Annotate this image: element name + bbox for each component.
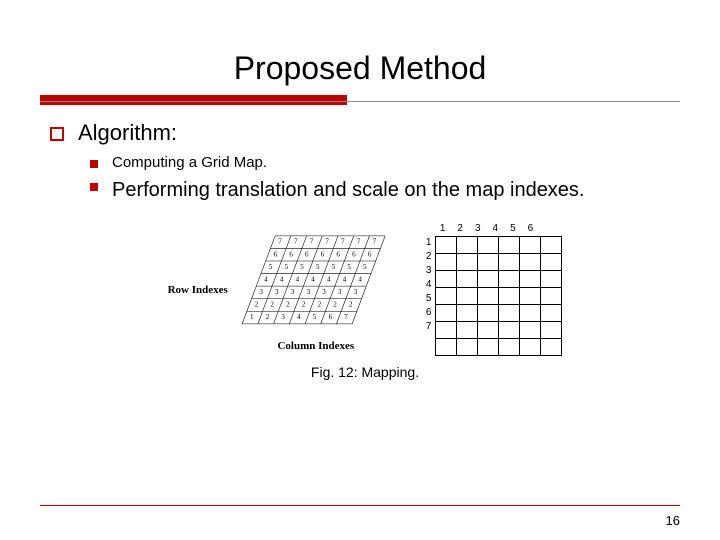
svg-text:4: 4 [358,275,362,283]
lvl2a-text: Computing a Grid Map. [112,154,267,171]
row-h: 5 [426,292,432,306]
svg-text:2: 2 [270,300,274,308]
bullet-lvl2-b: Performing translation and scale on the … [90,177,680,203]
svg-text:7: 7 [344,313,348,321]
bullet-lvl1: Algorithm: [50,120,680,146]
svg-text:2: 2 [333,300,337,308]
svg-text:6: 6 [352,250,356,258]
svg-text:2: 2 [302,300,306,308]
square-outline-icon [50,127,64,141]
row-h: 7 [426,320,432,334]
svg-text:3: 3 [291,288,295,296]
title-underline-thin [40,101,680,102]
svg-text:4: 4 [327,275,331,283]
svg-text:2: 2 [255,300,259,308]
row-h: 1 [426,236,432,250]
bullet-lvl2-a: Computing a Grid Map. [90,154,680,171]
footer-line [40,505,680,506]
svg-text:7: 7 [278,237,282,245]
svg-text:6: 6 [336,250,340,258]
svg-text:7: 7 [357,237,361,245]
svg-text:6: 6 [328,313,332,321]
svg-text:4: 4 [311,275,315,283]
svg-text:2: 2 [349,300,353,308]
svg-text:3: 3 [259,288,263,296]
svg-text:7: 7 [372,237,376,245]
svg-text:5: 5 [316,262,320,270]
svg-text:6: 6 [305,250,309,258]
skewed-grid-wrap: Row Indexes [168,228,396,352]
empty-grid-table [435,236,562,356]
lvl1-text: Algorithm: [78,120,177,146]
svg-text:6: 6 [273,250,277,258]
slide-title: Proposed Method [40,50,680,87]
title-underline-red [40,95,347,105]
svg-text:3: 3 [281,313,285,321]
svg-text:2: 2 [286,300,290,308]
svg-text:4: 4 [343,275,347,283]
svg-text:6: 6 [368,250,372,258]
page-number: 16 [666,513,680,528]
col-h: 6 [528,223,534,234]
svg-text:7: 7 [341,237,345,245]
svg-text:5: 5 [347,262,351,270]
svg-text:7: 7 [325,237,329,245]
svg-text:4: 4 [264,275,268,283]
figure-caption: Fig. 12: Mapping. [50,364,680,380]
figure-area: Row Indexes [50,223,680,356]
row-h: 4 [426,278,432,292]
svg-text:5: 5 [363,262,367,270]
row-indexes-label: Row Indexes [168,284,228,296]
svg-text:6: 6 [321,250,325,258]
lvl2b-text: Performing translation and scale on the … [112,177,585,203]
row-h: 2 [426,250,432,264]
svg-text:5: 5 [284,262,288,270]
square-fill-icon [90,160,98,168]
col-h: 3 [475,223,481,234]
svg-text:3: 3 [275,288,279,296]
square-fill-icon [90,183,98,191]
col-h: 5 [510,223,516,234]
right-grid-row-headers: 1 2 3 4 5 6 7 [426,236,432,334]
svg-text:5: 5 [332,262,336,270]
svg-text:5: 5 [269,262,273,270]
svg-text:5: 5 [313,313,317,321]
svg-text:2: 2 [266,313,270,321]
skewed-grid: 7777777 6666666 5555555 4444444 3333333 … [236,228,396,338]
svg-text:2: 2 [317,300,321,308]
right-grid-col-headers: 1 2 3 4 5 6 [440,223,533,234]
svg-text:3: 3 [306,288,310,296]
svg-text:7: 7 [294,237,298,245]
content-area: Algorithm: Computing a Grid Map. Perform… [50,120,680,380]
svg-text:4: 4 [280,275,284,283]
svg-text:6: 6 [289,250,293,258]
row-h: 3 [426,264,432,278]
svg-text:4: 4 [297,313,301,321]
svg-text:5: 5 [300,262,304,270]
svg-text:1: 1 [250,313,254,321]
col-h: 4 [493,223,499,234]
right-grid: 1 2 3 4 5 6 1 2 3 4 5 6 7 [426,223,563,356]
svg-text:3: 3 [354,288,358,296]
svg-text:7: 7 [310,237,314,245]
col-h: 1 [440,223,446,234]
svg-text:3: 3 [338,288,342,296]
skew-svg: 7777777 6666666 5555555 4444444 3333333 … [236,228,396,338]
row-h: 6 [426,306,432,320]
svg-text:3: 3 [322,288,326,296]
col-h: 2 [457,223,463,234]
svg-text:4: 4 [295,275,299,283]
col-indexes-label: Column Indexes [236,340,396,352]
